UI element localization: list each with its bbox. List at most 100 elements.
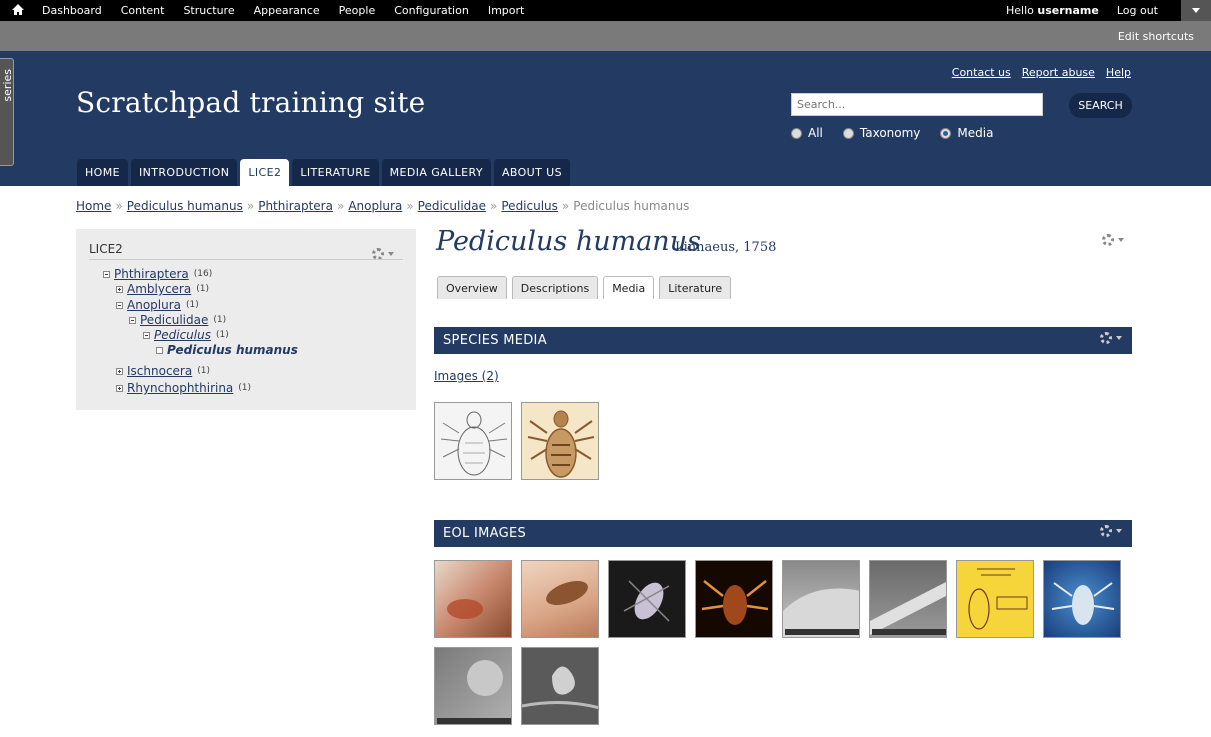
section-title: EOL IMAGES: [443, 526, 527, 541]
tree-link[interactable]: Amblycera: [127, 282, 191, 296]
gear-icon[interactable]: [1100, 332, 1122, 344]
page-title: Pediculus humanus: [436, 226, 701, 257]
breadcrumb-pediculidae[interactable]: Pediculidae: [418, 199, 486, 213]
side-tab-label: series: [1, 69, 14, 102]
subtab-overview[interactable]: Overview: [437, 276, 507, 299]
eol-thumbnail[interactable]: [695, 560, 773, 638]
admin-menu-structure[interactable]: Structure: [183, 4, 234, 17]
eol-images-header: EOL IMAGES: [434, 520, 1132, 547]
eol-thumbnail[interactable]: [521, 560, 599, 638]
search-scope-radios: All Taxonomy Media: [791, 126, 1013, 140]
breadcrumb-pediculus-humanus[interactable]: Pediculus humanus: [127, 199, 243, 213]
site-name[interactable]: Scratchpad training site: [76, 86, 425, 119]
contact-us-link[interactable]: Contact us: [952, 66, 1011, 79]
tree-link[interactable]: Pediculidae: [140, 313, 208, 327]
eol-thumbnail[interactable]: [869, 560, 947, 638]
tree-link[interactable]: Anoplura: [127, 298, 181, 312]
search-button[interactable]: SEARCH: [1069, 93, 1132, 118]
radio-all[interactable]: All: [791, 126, 823, 140]
radio-media[interactable]: Media: [940, 126, 993, 140]
breadcrumb-pediculus[interactable]: Pediculus: [501, 199, 558, 213]
collapse-icon[interactable]: [103, 270, 110, 278]
logout-link[interactable]: Log out: [1117, 4, 1158, 17]
eol-thumbnail[interactable]: [782, 560, 860, 638]
eol-thumbnail[interactable]: [608, 560, 686, 638]
breadcrumb-home[interactable]: Home: [76, 199, 111, 213]
report-abuse-link[interactable]: Report abuse: [1022, 66, 1095, 79]
gear-icon[interactable]: [1102, 234, 1124, 246]
help-link[interactable]: Help: [1106, 66, 1131, 79]
admin-menu-import[interactable]: Import: [488, 4, 525, 17]
expand-icon[interactable]: [116, 285, 123, 293]
section-title: SPECIES MEDIA: [443, 333, 547, 348]
tab-about-us[interactable]: ABOUT US: [493, 159, 570, 186]
breadcrumb-separator: »: [115, 199, 123, 213]
eol-thumbnail[interactable]: [434, 647, 512, 725]
tree-item-pediculidae: Pediculidae (1): [129, 313, 226, 327]
sidebar-title: LICE2: [89, 242, 123, 256]
expand-icon[interactable]: [116, 367, 123, 375]
radio-dot[interactable]: [842, 127, 854, 139]
subtab-media[interactable]: Media: [603, 276, 655, 299]
tab-literature[interactable]: LITERATURE: [292, 159, 379, 186]
chevron-down-icon[interactable]: [1181, 0, 1211, 21]
admin-menu-people[interactable]: People: [339, 4, 376, 17]
tree-link[interactable]: Ischnocera: [127, 364, 192, 378]
tree-count: (16): [193, 269, 213, 279]
radio-dot[interactable]: [791, 127, 802, 139]
edit-shortcuts-link[interactable]: Edit shortcuts: [1118, 30, 1194, 43]
admin-menu-content[interactable]: Content: [121, 4, 165, 17]
tree-count: (1): [215, 330, 229, 340]
eol-image: [546, 580, 588, 606]
tab-lice2[interactable]: LICE2: [240, 159, 290, 186]
collapse-icon[interactable]: [143, 331, 150, 339]
admin-menu-dashboard[interactable]: Dashboard: [42, 4, 102, 17]
tree-count: (1): [197, 366, 210, 376]
eol-thumbnail[interactable]: [521, 647, 599, 725]
radio-all-label: All: [808, 126, 823, 140]
species-media-header: SPECIES MEDIA: [434, 327, 1132, 354]
radio-taxonomy[interactable]: Taxonomy: [842, 126, 920, 140]
eol-thumbnail[interactable]: [956, 560, 1034, 638]
eol-thumbnail[interactable]: [434, 560, 512, 638]
tree-link[interactable]: Phthiraptera: [114, 267, 189, 281]
tab-home[interactable]: HOME: [77, 159, 128, 186]
images-link[interactable]: Images (2): [434, 369, 499, 383]
tab-introduction[interactable]: INTRODUCTION: [130, 159, 238, 186]
tree-item-amblycera: Amblycera (1): [116, 282, 209, 296]
shortcut-bar: Edit shortcuts: [0, 21, 1211, 51]
species-subtabs: Overview Descriptions Media Literature: [437, 276, 736, 299]
collapse-icon[interactable]: [129, 316, 136, 324]
eol-image: [783, 588, 859, 637]
tree-link[interactable]: Pediculus: [154, 328, 211, 342]
home-icon[interactable]: [11, 3, 25, 17]
expand-icon[interactable]: [116, 384, 123, 392]
breadcrumb-separator: »: [406, 199, 414, 213]
subtab-literature[interactable]: Literature: [659, 276, 732, 299]
breadcrumb-phthiraptera[interactable]: Phthiraptera: [258, 199, 333, 213]
admin-menu: Dashboard Content Structure Appearance P…: [42, 0, 543, 21]
subtab-descriptions[interactable]: Descriptions: [511, 276, 599, 299]
radio-media-label: Media: [957, 126, 994, 140]
tree-count: (1): [213, 315, 227, 325]
side-tab[interactable]: series: [0, 58, 14, 166]
eol-image: [437, 660, 511, 724]
tree-item-phthiraptera: Phthiraptera (16): [103, 267, 212, 281]
species-thumbnail[interactable]: [521, 402, 599, 480]
tree-link[interactable]: Rhynchophthirina: [127, 381, 233, 395]
species-thumbnail[interactable]: [434, 402, 512, 480]
search-input[interactable]: [791, 93, 1043, 116]
tree-item-pediculus: Pediculus (1): [143, 328, 229, 342]
louse-photo-image: [527, 410, 595, 478]
tree-item-anoplura: Anoplura (1): [116, 298, 199, 312]
breadcrumb-anoplura[interactable]: Anoplura: [348, 199, 402, 213]
breadcrumb-separator: »: [490, 199, 498, 213]
radio-dot-checked[interactable]: [940, 127, 952, 139]
collapse-icon[interactable]: [116, 301, 123, 309]
admin-menu-configuration[interactable]: Configuration: [394, 4, 469, 17]
gear-icon[interactable]: [1100, 525, 1122, 537]
eol-thumbnail[interactable]: [1043, 560, 1121, 638]
username[interactable]: username: [1037, 4, 1098, 17]
tab-media-gallery[interactable]: MEDIA GALLERY: [381, 159, 491, 186]
admin-menu-appearance[interactable]: Appearance: [254, 4, 320, 17]
